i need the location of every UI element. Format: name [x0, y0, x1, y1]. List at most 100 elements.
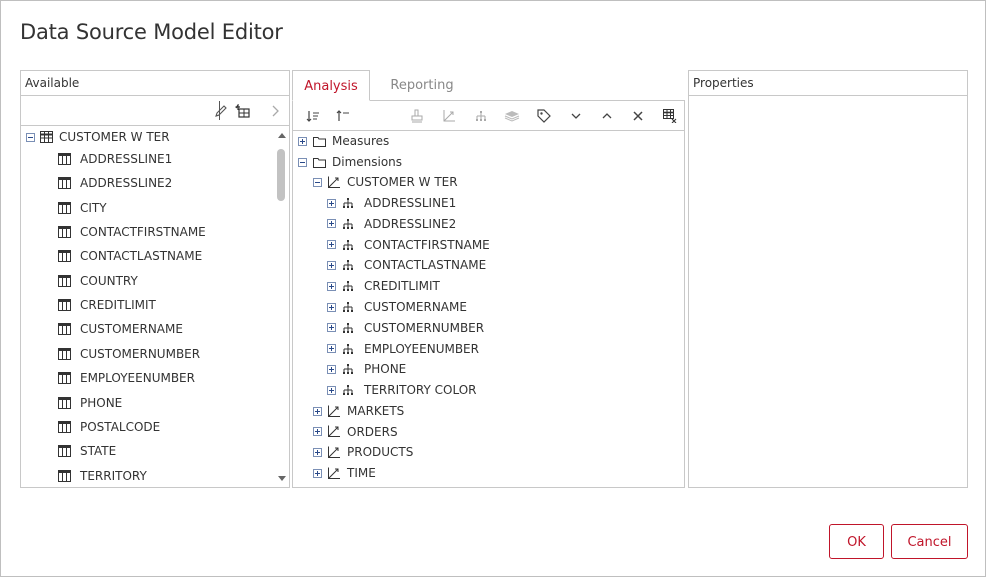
hierarchy-label: CONTACTLASTNAME	[364, 258, 487, 273]
cancel-button[interactable]: Cancel	[891, 524, 968, 559]
hierarchy-icon	[343, 198, 353, 208]
expand-icon[interactable]	[327, 385, 336, 395]
expand-icon[interactable]	[327, 344, 336, 354]
hierarchy-node[interactable]: CREDITLIMIT	[327, 276, 440, 296]
dimensions-node[interactable]: Dimensions	[298, 152, 402, 172]
available-column-item[interactable]: POSTALCODE	[58, 417, 160, 437]
available-column-item[interactable]: EMPLOYEENUMBER	[58, 368, 195, 388]
table-settings-icon[interactable]	[658, 101, 682, 130]
expand-icon[interactable]	[327, 364, 336, 374]
expand-icon[interactable]	[298, 136, 307, 146]
hierarchy-node[interactable]: TERRITORY COLOR	[327, 380, 476, 400]
hierarchy-label: ADDRESSLINE2	[364, 216, 457, 231]
level-icon[interactable]	[500, 101, 524, 130]
column-label: CREDITLIMIT	[80, 298, 156, 313]
hierarchy-icon	[343, 239, 353, 250]
available-scrollbar[interactable]	[273, 127, 289, 487]
hierarchy-label: EMPLOYEENUMBER	[364, 341, 479, 356]
available-root-node[interactable]: CUSTOMER W TER	[26, 127, 170, 147]
dimension-icon	[328, 176, 340, 188]
hierarchy-node[interactable]: CONTACTFIRSTNAME	[327, 235, 490, 255]
ok-button[interactable]: OK	[829, 524, 884, 559]
collapse-icon[interactable]	[26, 132, 35, 142]
column-icon	[58, 153, 71, 165]
scroll-down-icon[interactable]	[278, 476, 286, 481]
scroll-up-icon[interactable]	[278, 133, 286, 138]
dimension-icon	[328, 405, 340, 417]
expand-icon[interactable]	[313, 447, 322, 457]
available-column-item[interactable]: CONTACTLASTNAME	[58, 246, 202, 266]
column-icon	[58, 445, 71, 458]
column-icon	[58, 396, 71, 409]
expand-icon[interactable]	[313, 406, 322, 416]
column-icon	[58, 250, 71, 263]
expand-icon[interactable]	[327, 323, 336, 333]
available-column-item[interactable]: CONTACTFIRSTNAME	[58, 222, 206, 242]
expand-icon[interactable]	[313, 427, 322, 437]
tag-icon[interactable]	[532, 101, 556, 130]
available-toolbar	[21, 96, 289, 126]
hierarchy-label: CONTACTFIRSTNAME	[364, 237, 490, 252]
expand-icon[interactable]	[327, 281, 336, 291]
expand-icon[interactable]	[327, 240, 336, 250]
available-column-item[interactable]: ADDRESSLINE1	[58, 149, 172, 169]
column-label: CONTACTFIRSTNAME	[80, 225, 206, 240]
tab-analysis[interactable]: Analysis	[292, 70, 370, 101]
dimension-node[interactable]: TIME	[313, 463, 376, 483]
tab-reporting[interactable]: Reporting	[370, 70, 474, 101]
expand-icon[interactable]	[327, 260, 336, 270]
dimension-icon[interactable]	[437, 101, 461, 130]
dimension-node[interactable]: PRODUCTS	[313, 442, 413, 462]
measures-label: Measures	[332, 134, 390, 148]
available-column-item[interactable]: TERRITORY	[58, 466, 147, 486]
sort-descending-icon[interactable]	[331, 101, 355, 130]
hierarchy-node[interactable]: ADDRESSLINE2	[327, 214, 456, 234]
collapse-icon[interactable]	[298, 157, 307, 167]
measures-node[interactable]: Measures	[298, 131, 389, 151]
dimension-root-node[interactable]: CUSTOMER W TER	[313, 172, 458, 192]
column-label: CITY	[80, 200, 107, 215]
hierarchy-node[interactable]: CONTACTLASTNAME	[327, 255, 486, 275]
collapse-icon[interactable]	[313, 177, 322, 187]
available-column-item[interactable]: ADDRESSLINE2	[58, 173, 172, 193]
dimension-node[interactable]: ORDERS	[313, 422, 398, 442]
column-icon	[58, 469, 71, 482]
available-column-item[interactable]: CUSTOMERNAME	[58, 319, 183, 339]
expand-icon[interactable]	[327, 302, 336, 312]
delete-icon[interactable]	[626, 101, 650, 130]
column-label: CUSTOMERNAME	[80, 322, 183, 337]
expand-icon[interactable]	[327, 198, 336, 208]
hierarchy-node[interactable]: PHONE	[327, 359, 406, 379]
measure-icon[interactable]	[405, 101, 429, 130]
sort-ascending-icon[interactable]	[301, 101, 325, 130]
dimension-label: ORDERS	[347, 424, 398, 439]
hierarchy-icon[interactable]	[469, 101, 493, 130]
available-column-item[interactable]: COUNTRY	[58, 271, 138, 291]
add-calculated-icon[interactable]	[231, 96, 255, 125]
dimension-node[interactable]: MARKETS	[313, 401, 404, 421]
hierarchy-node[interactable]: CUSTOMERNUMBER	[327, 318, 484, 338]
column-icon	[58, 177, 71, 190]
dimension-label: TIME	[347, 466, 376, 481]
hierarchy-node[interactable]: ADDRESSLINE1	[327, 193, 456, 213]
edit-icon[interactable]	[209, 96, 233, 125]
hierarchy-icon	[343, 364, 353, 375]
folder-icon	[313, 157, 326, 168]
hierarchy-node[interactable]: CUSTOMERNAME	[327, 297, 467, 317]
move-down-icon[interactable]	[564, 101, 588, 130]
scroll-thumb[interactable]	[277, 149, 285, 201]
move-up-icon[interactable]	[595, 101, 619, 130]
chevron-right-icon[interactable]	[263, 96, 287, 125]
available-column-item[interactable]: PHONE	[58, 393, 122, 413]
hierarchy-label: TERRITORY COLOR	[364, 383, 477, 398]
column-label: PHONE	[80, 395, 123, 410]
available-column-item[interactable]: STATE	[58, 441, 116, 461]
column-icon	[58, 323, 71, 336]
available-column-item[interactable]: CREDITLIMIT	[58, 295, 156, 315]
dimension-icon	[328, 446, 340, 458]
expand-icon[interactable]	[327, 219, 336, 229]
expand-icon[interactable]	[313, 468, 322, 478]
hierarchy-node[interactable]: EMPLOYEENUMBER	[327, 339, 479, 359]
available-column-item[interactable]: CUSTOMERNUMBER	[58, 344, 200, 364]
available-column-item[interactable]: CITY	[58, 198, 107, 218]
